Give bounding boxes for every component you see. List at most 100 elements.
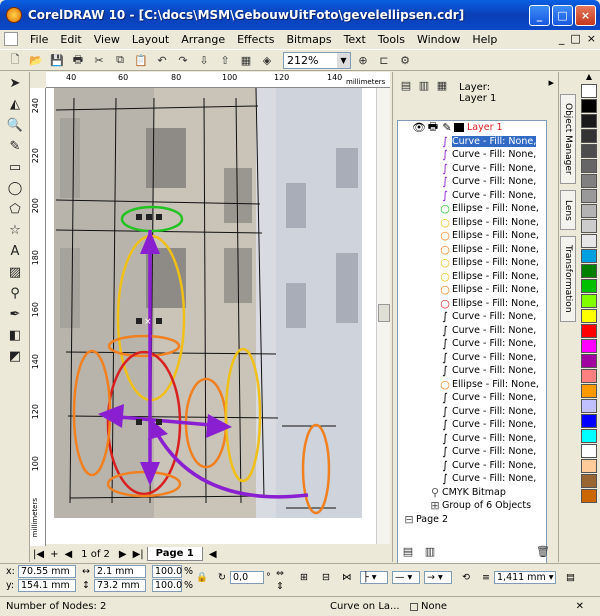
tree-item[interactable]: ∫ Curve - Fill: None, [398, 432, 546, 446]
tree-item[interactable]: ∫ Curve - Fill: None, [398, 445, 546, 459]
menu-help[interactable]: Help [466, 33, 503, 46]
palette-scroll-up-icon[interactable]: ▲ [578, 72, 600, 84]
undo-icon[interactable]: ↶ [153, 51, 171, 69]
menu-effects[interactable]: Effects [231, 33, 280, 46]
tree-item[interactable]: ○ Ellipse - Fill: None, [398, 270, 546, 284]
color-swatch[interactable] [581, 84, 597, 98]
docker-menu-icon[interactable]: ▸ [548, 76, 554, 89]
application-launcher-icon[interactable]: ▦ [237, 51, 255, 69]
paste-icon[interactable]: 📋 [132, 51, 150, 69]
color-swatch[interactable] [581, 189, 597, 203]
new-layer-icon[interactable]: ▤ [399, 542, 417, 560]
zoom-tool-icon[interactable]: 🔍 [3, 115, 27, 135]
last-page-icon[interactable]: ▶| [130, 549, 147, 560]
mirror-horizontal-icon[interactable]: ⇔ [276, 568, 284, 579]
menu-window[interactable]: Window [411, 33, 466, 46]
tree-item[interactable]: ∫ Curve - Fill: None, [398, 148, 546, 162]
tree-item[interactable]: ○ Ellipse - Fill: None, [398, 283, 546, 297]
color-swatch[interactable] [581, 384, 597, 398]
tree-item[interactable]: ∫ Curve - Fill: None, [398, 310, 546, 324]
corel-online-icon[interactable]: ◈ [258, 51, 276, 69]
first-page-icon[interactable]: |◀ [30, 549, 47, 560]
color-swatch[interactable] [581, 414, 597, 428]
line-style-select[interactable]: — ▾ [392, 571, 420, 584]
tree-item[interactable]: ○ Ellipse - Fill: None, [398, 243, 546, 257]
vertical-ruler[interactable]: 240 220 200 180 160 140 120 100 millimet… [30, 88, 46, 546]
basic-shapes-tool-icon[interactable]: ☆ [3, 220, 27, 240]
prev-page-icon[interactable]: ◀ [61, 549, 75, 560]
menu-layout[interactable]: Layout [126, 33, 175, 46]
shape-tool-icon[interactable]: ◭ [3, 94, 27, 114]
eye-icon[interactable]: 👁 [412, 121, 426, 134]
add-page-icon[interactable]: + [47, 549, 61, 560]
outline-tool-icon[interactable]: ✒ [3, 304, 27, 324]
tree-item[interactable]: ∫ Curve - Fill: None, [398, 135, 546, 149]
tree-item[interactable]: ∫ Curve - Fill: None, [398, 162, 546, 176]
tree-item[interactable]: ∫ Curve - Fill: None, [398, 391, 546, 405]
export-icon[interactable]: ⇧ [216, 51, 234, 69]
menu-arrange[interactable]: Arrange [175, 33, 231, 46]
freehand-tool-icon[interactable]: ✎ [3, 136, 27, 156]
tab-transformation[interactable]: Transformation [560, 236, 576, 322]
cut-icon[interactable]: ✂ [90, 51, 108, 69]
color-swatch[interactable] [581, 444, 597, 458]
open-folder-icon[interactable]: 📂 [27, 51, 45, 69]
color-swatch[interactable] [581, 249, 597, 263]
color-swatch[interactable] [581, 429, 597, 443]
object-tree[interactable]: 👁 🖶 ✎ Layer 1 ∫ Curve - Fill: None, ∫ Curve… [397, 120, 547, 588]
options-icon[interactable]: ⚙ [396, 51, 414, 69]
menu-bitmaps[interactable]: Bitmaps [280, 33, 337, 46]
print-icon[interactable]: 🖶 [69, 51, 87, 69]
maximize-button[interactable]: □ [552, 5, 573, 26]
tree-item[interactable]: ○ Ellipse - Fill: None, [398, 297, 546, 311]
text-tool-icon[interactable]: A [3, 241, 27, 261]
tree-item[interactable]: ∫ Curve - Fill: None, [398, 364, 546, 378]
outline-width-field[interactable]: 1,411 mm ▾ [494, 571, 556, 584]
color-swatch[interactable] [581, 474, 597, 488]
color-swatch[interactable] [581, 399, 597, 413]
pick-tool-icon[interactable]: ➤ [3, 73, 27, 93]
save-icon[interactable]: 💾 [48, 51, 66, 69]
color-swatch[interactable] [581, 99, 597, 113]
layer-manager-view-icon[interactable]: ▦ [433, 76, 451, 94]
zoom-level-select[interactable]: 212% ▼ [283, 51, 351, 69]
mirror-vertical-icon[interactable]: ⇕ [276, 581, 284, 592]
redo-icon[interactable]: ↷ [174, 51, 192, 69]
menu-file[interactable]: File [24, 33, 54, 46]
close-button[interactable]: × [575, 5, 596, 26]
interactive-fill-tool-icon[interactable]: ◩ [3, 346, 27, 366]
end-arrowhead-select[interactable]: → ▾ [424, 571, 452, 584]
tree-item[interactable]: ∫ Curve - Fill: None, [398, 324, 546, 338]
tree-item[interactable]: ∫ Curve - Fill: None, [398, 351, 546, 365]
color-swatch[interactable] [581, 204, 597, 218]
tree-item[interactable]: ○ Ellipse - Fill: None, [398, 216, 546, 230]
tree-item[interactable]: ○ Ellipse - Fill: None, [398, 229, 546, 243]
color-swatch[interactable] [581, 354, 597, 368]
color-swatch[interactable] [581, 369, 597, 383]
tree-item[interactable]: ∫ Curve - Fill: None, [398, 472, 546, 486]
color-swatch[interactable] [581, 279, 597, 293]
doc-restore-button[interactable]: □ [570, 32, 580, 45]
tree-item[interactable]: ○ Ellipse - Fill: None, [398, 256, 546, 270]
rotation-angle-field[interactable]: 0,0 [230, 571, 264, 584]
x-position-field[interactable]: 70.55 mm [18, 565, 76, 578]
tree-item[interactable]: ○ Ellipse - Fill: None, [398, 378, 546, 392]
color-swatch[interactable] [581, 129, 597, 143]
color-swatch[interactable] [581, 264, 597, 278]
doc-close-button[interactable]: × [587, 32, 596, 45]
tree-item[interactable]: ∫ Curve - Fill: None, [398, 337, 546, 351]
scroll-thumb[interactable] [378, 304, 390, 322]
minimize-button[interactable]: _ [529, 5, 550, 26]
canvas-vertical-scrollbar[interactable] [376, 88, 390, 544]
tab-lens[interactable]: Lens [560, 190, 576, 230]
show-properties-icon[interactable]: ▤ [397, 76, 415, 94]
menu-view[interactable]: View [88, 33, 126, 46]
scale-y-field[interactable]: 100.0 [152, 579, 182, 592]
pencil-icon[interactable]: ✎ [440, 121, 454, 134]
color-swatch[interactable] [581, 174, 597, 188]
eyedropper-tool-icon[interactable]: ⚲ [3, 283, 27, 303]
add-node-icon[interactable]: ⊞ [300, 572, 308, 583]
doc-minimize-button[interactable]: _ [559, 32, 565, 45]
rectangle-tool-icon[interactable]: ▭ [3, 157, 27, 177]
color-swatch[interactable] [581, 294, 597, 308]
